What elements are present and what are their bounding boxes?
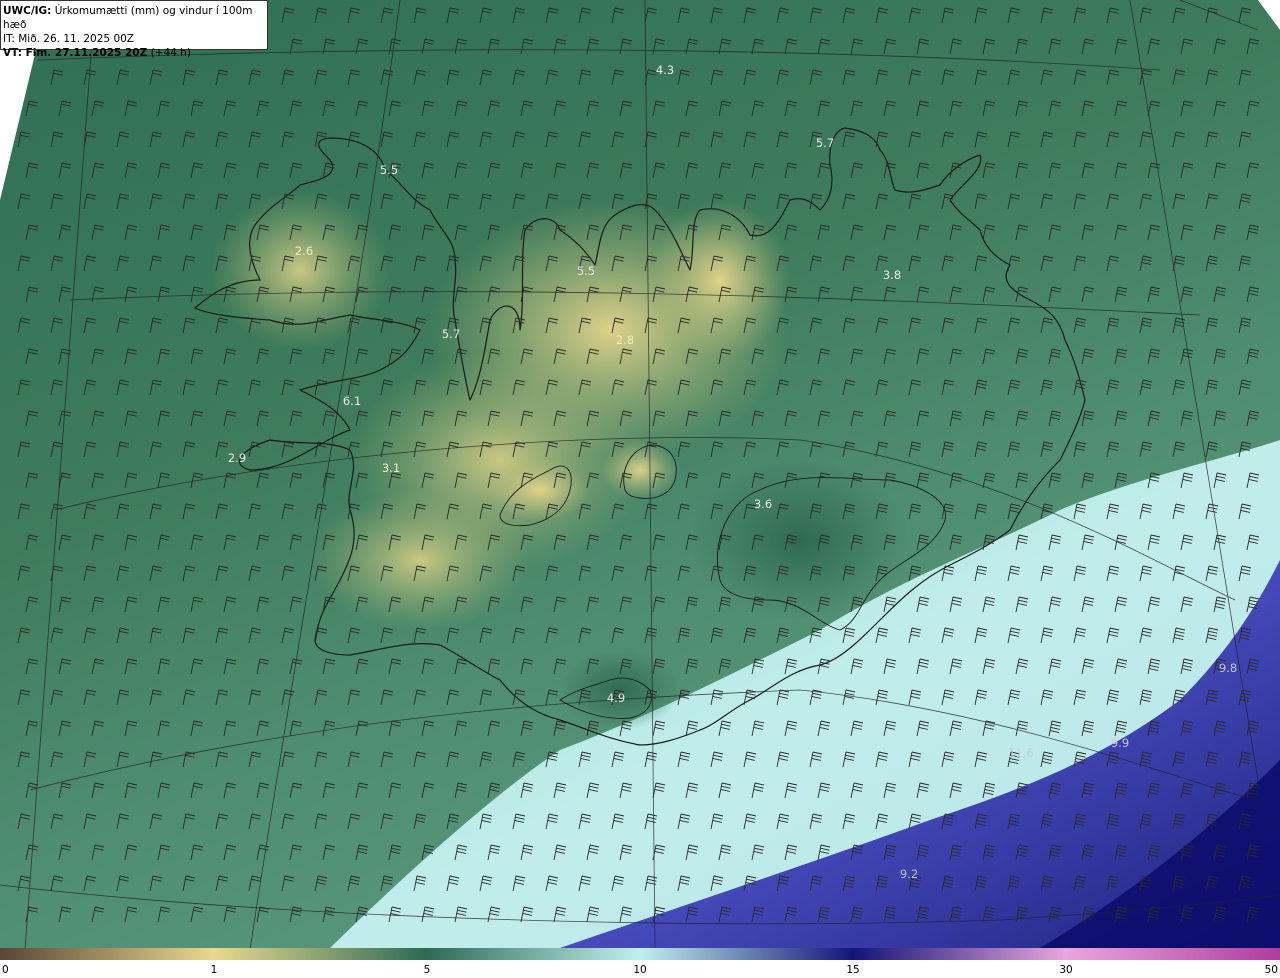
map-label: 5.5 [380,163,398,177]
title-model: UWC/IG: [3,5,52,17]
colorbar-tick: 50 [1264,964,1278,976]
map-label: 9.2 [900,867,918,881]
colorbar-tick: 5 [423,964,431,976]
map-label: 2.9 [228,451,246,465]
map-label: 5.7 [442,327,460,341]
colorbar-gradient [0,948,1280,960]
title-lead-time: (+44 h) [147,47,191,59]
title-line-3: VT: Fim. 27.11.2025 20Z (+44 h) [3,46,265,60]
weather-map: 4.3 5.7 5.5 2.6 5.5 3.8 5.7 2.8 6.1 2.9 … [0,0,1280,948]
colorbar-tick: 30 [1059,964,1073,976]
map-label: 3.8 [883,268,901,282]
map-label: 5.7 [816,136,834,150]
title-line-1: UWC/IG: Úrkomumætti (mm) og vindur í 100… [3,4,265,32]
map-label: 4.3 [656,63,674,77]
colorbar-tick: 10 [633,964,647,976]
title-valid-time: VT: Fim. 27.11.2025 20Z [3,47,148,59]
map-label: 6.1 [343,394,361,408]
colorbar-tick: 15 [846,964,860,976]
map-label: 11.6 [1008,746,1034,760]
title-init-time: IT: Mið. 26. 11. 2025 00Z [3,33,134,45]
map-label: 9.9 [1111,736,1129,750]
map-label: 9.8 [1219,661,1237,675]
map-label: 4.9 [607,691,625,705]
map-label: 3.1 [382,461,400,475]
colorbar: 0 1 5 10 15 30 50 [0,948,1280,978]
map-label: 5.5 [577,264,595,278]
map-title-box: UWC/IG: Úrkomumætti (mm) og vindur í 100… [0,0,268,59]
colorbar-tick: 1 [210,964,218,976]
colorbar-tick: 0 [2,964,9,976]
map-label: 3.6 [754,497,772,511]
map-label: 2.6 [295,244,313,258]
map-label: 2.8 [616,333,634,347]
